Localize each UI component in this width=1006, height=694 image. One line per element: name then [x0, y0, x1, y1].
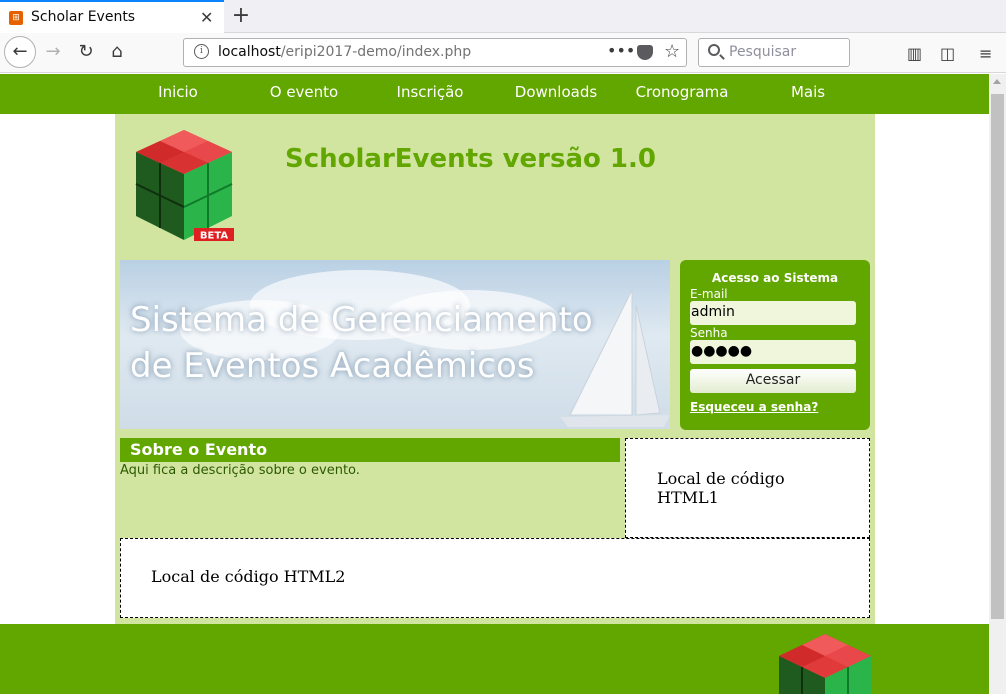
email-label: E-mail	[690, 287, 728, 301]
forgot-password-link[interactable]: Esqueceu a senha?	[690, 400, 818, 414]
site-menu: Inicio O evento Inscrição Downloads Cron…	[0, 74, 989, 114]
close-tab-icon[interactable]: ✕	[200, 8, 213, 27]
menu-item-o-evento[interactable]: O evento	[241, 83, 367, 101]
url-path: /eripi2017-demo/index.php	[280, 44, 472, 60]
search-bar[interactable]: Pesquisar	[698, 38, 850, 67]
password-field[interactable]: ●●●●●	[690, 340, 856, 364]
menu-item-inscricao[interactable]: Inscrição	[367, 83, 493, 101]
logo-badge: BETA	[200, 231, 228, 242]
html-block-2-text: Local de código HTML2	[151, 567, 346, 586]
scroll-up-icon[interactable]	[993, 79, 1001, 84]
hero-banner: Sistema de Gerenciamento de Eventos Acad…	[120, 260, 670, 429]
about-heading: Sobre o Evento	[120, 438, 620, 462]
search-input[interactable]: Pesquisar	[729, 44, 796, 60]
about-text: Aqui fica a descrição sobre o evento.	[120, 463, 360, 478]
page-footer	[0, 624, 989, 694]
tab-bar: ⊞ Scholar Events ✕ +	[0, 0, 1006, 33]
login-panel: Acesso ao Sistema E-mail admin Senha ●●●…	[680, 260, 870, 430]
html-block-1: Local de código HTML1	[625, 438, 870, 538]
url-text[interactable]: localhost/eripi2017-demo/index.php	[218, 44, 471, 60]
page-viewport: Inicio O evento Inscrição Downloads Cron…	[0, 74, 989, 694]
sidebar-icon[interactable]: ◫	[940, 44, 955, 63]
scroll-thumb[interactable]	[991, 94, 1004, 619]
library-icon[interactable]: ▥	[907, 44, 922, 63]
pocket-icon[interactable]	[637, 45, 653, 60]
search-icon	[708, 44, 720, 56]
menu-item-mais[interactable]: Mais	[745, 83, 871, 101]
site-title: ScholarEvents versão 1.0	[285, 144, 656, 174]
menu-item-cronograma[interactable]: Cronograma	[619, 83, 745, 101]
bookmark-star-icon[interactable]: ☆	[664, 41, 680, 62]
main-content: BETA ScholarEvents versão 1.0 Sistema de…	[115, 114, 875, 624]
banner-line-1: Sistema de Gerenciamento	[130, 300, 593, 340]
forward-icon[interactable]: →	[38, 37, 68, 67]
menu-item-inicio[interactable]: Inicio	[115, 83, 241, 101]
site-favicon-icon: ⊞	[9, 11, 23, 25]
url-host: localhost	[218, 44, 281, 60]
html-block-1-text: Local de código HTML1	[657, 469, 785, 507]
footer-logo	[779, 634, 871, 694]
page-actions-icon[interactable]: •••	[607, 41, 635, 60]
menu-item-downloads[interactable]: Downloads	[493, 83, 619, 101]
browser-tab[interactable]: ⊞ Scholar Events ✕	[0, 0, 224, 33]
new-tab-icon[interactable]: +	[230, 3, 252, 28]
password-label: Senha	[690, 326, 728, 340]
site-logo[interactable]: BETA	[134, 128, 238, 244]
tab-title: Scholar Events	[31, 9, 136, 25]
home-icon[interactable]: ⌂	[102, 37, 132, 67]
hamburger-menu-icon[interactable]: ≡	[979, 44, 992, 63]
reload-icon[interactable]: ↻	[71, 37, 101, 67]
back-icon[interactable]: ←	[4, 36, 36, 68]
page-scrollbar[interactable]	[989, 74, 1006, 694]
login-button[interactable]: Acessar	[690, 369, 856, 393]
navigation-toolbar: ← → ↻ ⌂ i localhost/eripi2017-demo/index…	[0, 33, 1006, 73]
url-bar[interactable]: i localhost/eripi2017-demo/index.php •••…	[183, 38, 687, 67]
banner-line-2: de Eventos Acadêmicos	[130, 346, 535, 386]
login-title: Acesso ao Sistema	[711, 271, 839, 285]
site-info-icon[interactable]: i	[194, 44, 209, 59]
email-field[interactable]: admin	[690, 301, 856, 325]
html-block-2: Local de código HTML2	[120, 538, 870, 618]
